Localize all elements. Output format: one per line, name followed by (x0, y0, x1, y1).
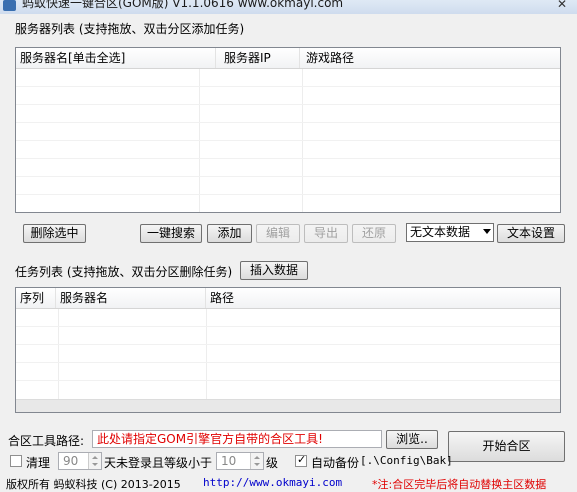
export-button[interactable]: 导出 (304, 224, 348, 243)
level-value: 10 (221, 454, 237, 468)
days-text: 天未登录且等级小于 (104, 456, 213, 470)
level-spin-buttons[interactable] (250, 453, 263, 469)
browse-button[interactable]: 浏览.. (386, 430, 438, 449)
window-title: 蚂蚁快速一键合区(GOM版) V1.1.0616 www.okmayi.com (22, 0, 344, 10)
server-list-title: 服务器列表 (支持拖放、双击分区添加任务) (15, 22, 245, 36)
cleanup-checkbox[interactable] (10, 455, 22, 467)
copyright-text: 版权所有 蚂蚁科技 (C) 2013-2015 (6, 478, 181, 491)
edit-button[interactable]: 编辑 (256, 224, 300, 243)
auto-backup-label: 自动备份 (311, 456, 360, 470)
column-server-name[interactable]: 服务器名 (56, 288, 206, 308)
task-list-header: 序列 服务器名 路径 (16, 288, 560, 309)
close-icon[interactable]: ✕ (557, 0, 567, 11)
task-list-title: 任务列表 (支持拖放、双击分区删除任务) (15, 265, 233, 279)
add-button[interactable]: 添加 (207, 224, 252, 243)
start-merge-button[interactable]: 开始合区 (448, 431, 565, 462)
cleanup-label: 清理 (26, 456, 51, 470)
text-settings-button[interactable]: 文本设置 (497, 224, 565, 243)
website-link[interactable]: http://www.okmayi.com (203, 476, 342, 489)
text-data-select-value: 无文本数据 (410, 225, 471, 239)
level-unit: 级 (266, 456, 279, 470)
insert-data-button[interactable]: 插入数据 (240, 261, 308, 280)
delete-selected-button[interactable]: 删除选中 (23, 224, 86, 243)
column-sequence[interactable]: 序列 (16, 288, 56, 308)
task-list-view[interactable]: 序列 服务器名 路径 (15, 287, 561, 413)
chevron-down-icon (483, 229, 491, 234)
auto-backup-checkbox[interactable] (295, 453, 307, 467)
title-bar: 蚂蚁快速一键合区(GOM版) V1.1.0616 www.okmayi.com … (0, 0, 577, 14)
column-server-name[interactable]: 服务器名[单击全选] (16, 48, 216, 68)
one-click-search-button[interactable]: 一键搜索 (140, 224, 202, 243)
restore-button[interactable]: 还原 (352, 224, 396, 243)
column-game-path[interactable]: 游戏路径 (300, 48, 561, 68)
days-value: 90 (63, 454, 79, 468)
server-list-body (16, 69, 560, 212)
note-text: *注:合区完毕后将自动替换主区数据 (372, 478, 547, 491)
column-path[interactable]: 路径 (206, 288, 561, 308)
column-server-ip[interactable]: 服务器IP (216, 48, 300, 68)
merge-tool-path-input[interactable]: 此处请指定GOM引擎官方自带的合区工具! (92, 430, 382, 448)
text-data-select[interactable]: 无文本数据 (406, 223, 494, 242)
backup-path: [.\Config\Bak] (360, 454, 453, 467)
task-list-scrollbar[interactable] (16, 399, 560, 412)
task-list-body (16, 309, 560, 412)
days-spin-buttons[interactable] (88, 453, 101, 469)
app-icon (3, 0, 16, 11)
level-stepper[interactable]: 10 (216, 452, 264, 470)
server-list-header: 服务器名[单击全选] 服务器IP 游戏路径 (16, 48, 560, 69)
server-list-view[interactable]: 服务器名[单击全选] 服务器IP 游戏路径 (15, 47, 561, 213)
merge-tool-label: 合区工具路径: (8, 434, 85, 448)
days-stepper[interactable]: 90 (58, 452, 102, 470)
